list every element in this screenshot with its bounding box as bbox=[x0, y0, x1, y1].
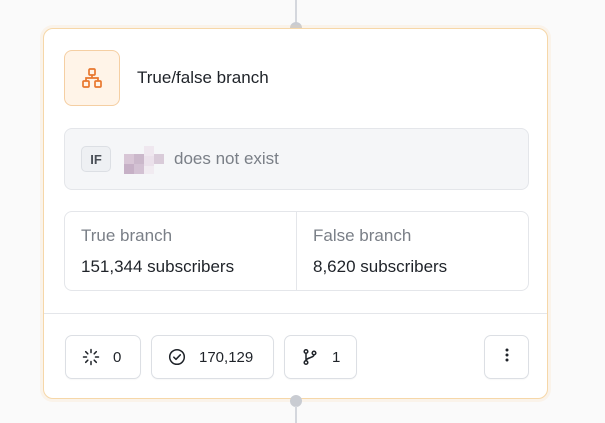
branch-node-card[interactable]: True/false branch IF does not exist True… bbox=[43, 28, 548, 399]
branch-tree-icon bbox=[64, 50, 120, 106]
false-branch[interactable]: False branch 8,620 subscribers bbox=[296, 212, 528, 290]
false-branch-label: False branch bbox=[313, 226, 412, 245]
if-badge: IF bbox=[81, 146, 111, 172]
true-branch-label: True branch bbox=[81, 226, 173, 245]
condition-text: does not exist bbox=[174, 149, 279, 168]
more-vertical-icon bbox=[505, 348, 509, 366]
git-branch-icon bbox=[300, 347, 320, 367]
pending-count-button[interactable]: 0 bbox=[65, 335, 141, 379]
completed-count-button[interactable]: 170,129 bbox=[151, 335, 274, 379]
connector-line-top bbox=[295, 0, 297, 24]
loading-spinner-icon bbox=[81, 347, 101, 367]
node-title: True/false branch bbox=[137, 68, 269, 87]
blurred-field-token bbox=[124, 143, 164, 175]
footer-divider bbox=[44, 313, 547, 314]
node-header: True/false branch bbox=[64, 50, 269, 106]
more-options-button[interactable] bbox=[484, 335, 529, 379]
true-branch-count: 151,344 subscribers bbox=[81, 257, 235, 276]
branches-count: 1 bbox=[332, 348, 341, 366]
connector-line-bottom bbox=[295, 406, 297, 423]
branch-summary: True branch 151,344 subscribers False br… bbox=[64, 211, 529, 291]
branches-count-button[interactable]: 1 bbox=[284, 335, 357, 379]
pending-count: 0 bbox=[113, 348, 122, 366]
true-branch[interactable]: True branch 151,344 subscribers bbox=[65, 212, 296, 290]
workflow-canvas: True/false branch IF does not exist True… bbox=[0, 0, 605, 423]
check-circle-icon bbox=[167, 347, 187, 367]
completed-count: 170,129 bbox=[199, 348, 254, 366]
condition-box[interactable]: IF does not exist bbox=[64, 128, 529, 190]
false-branch-count: 8,620 subscribers bbox=[313, 257, 448, 276]
